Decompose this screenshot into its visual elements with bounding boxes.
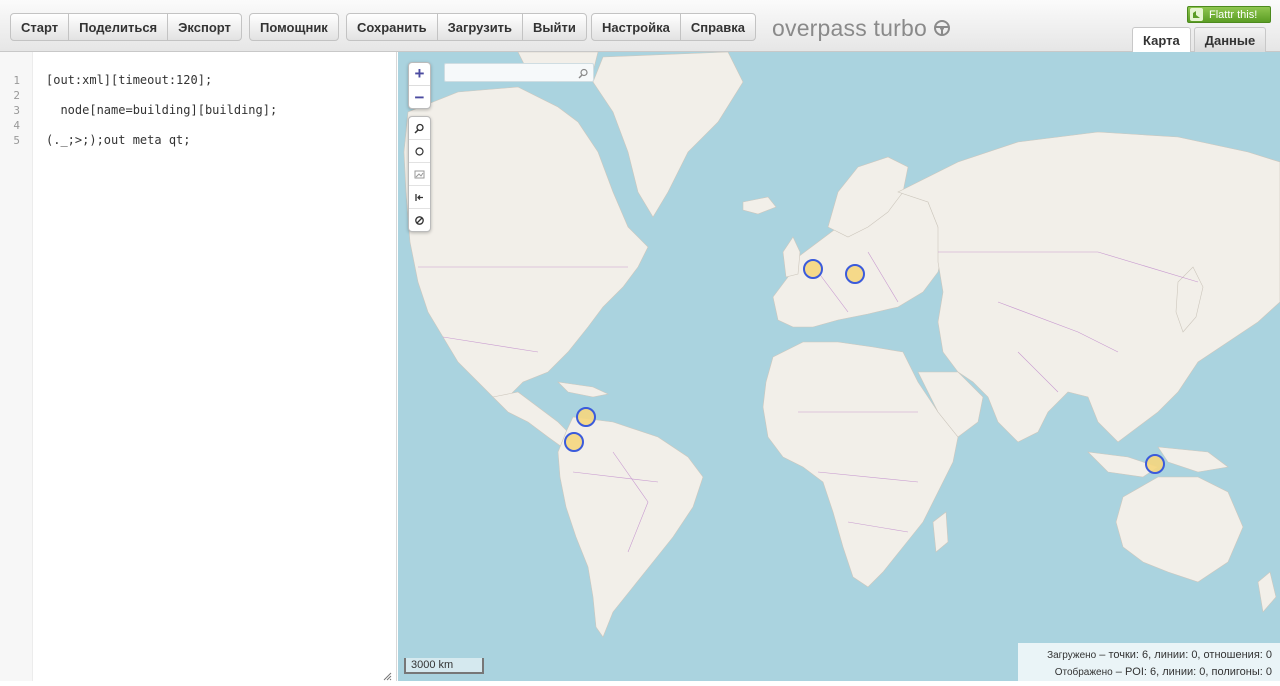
zoom-to-data-icon[interactable] [409, 186, 430, 209]
new-zealand [1257, 571, 1277, 613]
load-button[interactable]: Загрузить [438, 14, 524, 40]
toolbar-group-storage: Сохранить Загрузить Выйти [346, 13, 587, 41]
line-number: 3 [13, 104, 20, 117]
zoom-control: + − [408, 62, 431, 109]
poi-marker [845, 264, 865, 284]
iceland [742, 196, 777, 215]
map-search-input[interactable] [444, 63, 594, 82]
poi-marker [564, 432, 584, 452]
greenland [592, 52, 744, 218]
shown-prefix: Отображено [1054, 667, 1113, 678]
map-tools [408, 116, 431, 232]
help-button[interactable]: Справка [681, 14, 755, 40]
australia [1115, 476, 1244, 583]
scale-bar: 3000 km [404, 658, 484, 674]
zoom-out-button[interactable]: − [409, 86, 430, 109]
logout-button[interactable]: Выйти [523, 14, 586, 40]
poi-marker [803, 259, 823, 279]
great-britain [782, 236, 801, 278]
steering-wheel-icon [933, 19, 951, 37]
poi-marker [576, 407, 596, 427]
north-america [403, 86, 649, 398]
line-number: 5 [13, 134, 20, 147]
save-button[interactable]: Сохранить [347, 14, 438, 40]
poi-marker [1145, 454, 1165, 474]
image-icon[interactable] [409, 163, 430, 186]
start-button[interactable]: Старт [11, 14, 70, 40]
cancel-icon[interactable] [409, 209, 430, 232]
zoom-in-button[interactable]: + [409, 63, 430, 86]
top-toolbar: Старт Поделиться Экспорт Помощник Сохран… [0, 0, 1280, 53]
toolbar-group-wizard: Помощник [249, 13, 339, 41]
export-button[interactable]: Экспорт [168, 14, 241, 40]
code-line[interactable]: (._;>;);out meta qt; [46, 133, 191, 148]
code-line[interactable]: node[name=building][building]; [46, 103, 277, 118]
app-logo: overpass turbo [772, 13, 951, 43]
line-number: 2 [13, 89, 20, 102]
cuba [557, 381, 609, 398]
new-guinea [1157, 446, 1229, 473]
wizard-button[interactable]: Помощник [250, 14, 338, 40]
line-number: 1 [13, 74, 20, 87]
map-view[interactable]: + − 3000 km Загружено – точки: 6, линии:… [398, 52, 1280, 681]
view-tabs: Карта Данные [1132, 27, 1267, 53]
shown-stats: Отображено – POI: 6, линии: 0, полигоны:… [1018, 664, 1272, 681]
madagascar [932, 511, 949, 553]
tab-data[interactable]: Данные [1193, 27, 1267, 52]
flattr-icon [1190, 8, 1203, 21]
settings-button[interactable]: Настройка [592, 14, 681, 40]
search-icon[interactable] [578, 66, 589, 84]
code-line[interactable]: [out:xml][timeout:120]; [46, 73, 212, 88]
toolbar-group-help: Настройка Справка [591, 13, 756, 41]
app-logo-text: overpass turbo [772, 14, 927, 41]
shown-text: – POI: 6, линии: 0, полигоны: 0 [1115, 666, 1272, 678]
line-number: 4 [13, 119, 20, 132]
circle-icon[interactable] [409, 140, 430, 163]
flattr-label: Flattr this! [1209, 8, 1258, 21]
loaded-prefix: Загружено [1047, 650, 1097, 661]
data-stats: Загружено – точки: 6, линии: 0, отношени… [1018, 643, 1280, 681]
share-button[interactable]: Поделиться [69, 14, 169, 40]
toolbar-group-file: Старт Поделиться Экспорт [10, 13, 242, 41]
query-editor[interactable]: 1 2 3 4 5 [out:xml][timeout:120]; node[n… [0, 52, 397, 681]
resize-handle[interactable] [383, 668, 392, 681]
search-icon[interactable] [409, 117, 430, 140]
world-map [403, 52, 1280, 638]
tab-map[interactable]: Карта [1132, 27, 1191, 53]
loaded-stats: Загружено – точки: 6, линии: 0, отношени… [1018, 647, 1272, 664]
loaded-text: – точки: 6, линии: 0, отношения: 0 [1099, 649, 1272, 661]
flattr-button[interactable]: Flattr this! [1187, 6, 1271, 23]
